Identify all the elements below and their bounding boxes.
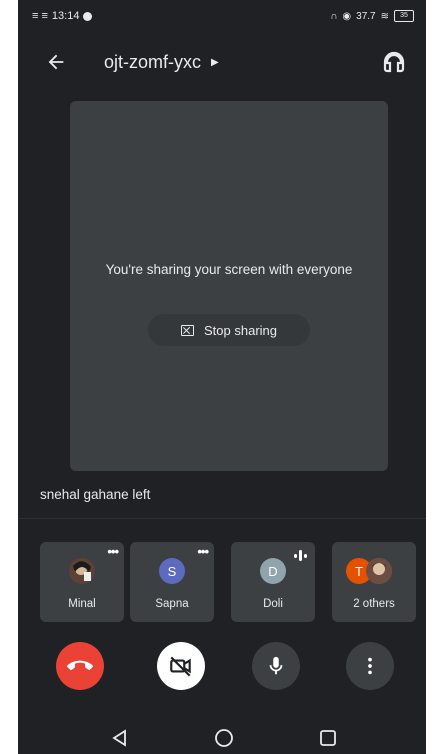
status-left: ≡ ≡ 13:14 bbox=[32, 10, 93, 22]
meeting-header: ojt-zomf-yxc ▶ bbox=[18, 40, 426, 86]
avatar-photo-icon bbox=[69, 558, 95, 584]
hang-up-icon bbox=[67, 660, 93, 671]
stop-sharing-label: Stop sharing bbox=[204, 322, 277, 338]
more-options-icon[interactable]: ••• bbox=[107, 544, 119, 559]
caret-right-icon: ▶ bbox=[211, 57, 219, 68]
sharing-message: You're sharing your screen with everyone bbox=[105, 262, 353, 277]
headphones-icon bbox=[383, 51, 405, 73]
avatar-photo bbox=[366, 558, 392, 584]
headphone-status-icon: ∩ bbox=[330, 10, 338, 22]
avatar: D bbox=[260, 558, 286, 584]
notification-icon bbox=[83, 11, 93, 21]
square-recents-icon bbox=[320, 730, 336, 746]
divider bbox=[18, 518, 426, 519]
avatar: S bbox=[159, 558, 185, 584]
more-options-button[interactable] bbox=[346, 642, 394, 690]
circle-home-icon bbox=[215, 729, 233, 747]
participant-name: Doli bbox=[263, 598, 283, 610]
participant-strip[interactable]: ••• Minal ••• S Sapna D Doli T 2 others bbox=[40, 542, 426, 622]
camera-toggle-button[interactable] bbox=[157, 642, 205, 690]
status-time: 13:14 bbox=[51, 10, 80, 22]
end-call-button[interactable] bbox=[56, 642, 104, 690]
phone-screen: ≡ ≡ 13:14 ∩ ◉ 37.7 ≋ 35 ojt-zomf-yxc ▶ Y… bbox=[18, 0, 426, 754]
participant-tile[interactable]: ••• S Sapna bbox=[130, 542, 214, 622]
microphone-toggle-button[interactable] bbox=[252, 642, 300, 690]
meeting-info-button[interactable]: ojt-zomf-yxc ▶ bbox=[104, 52, 219, 73]
screen-share-panel: You're sharing your screen with everyone… bbox=[70, 101, 388, 471]
more-vertical-icon bbox=[368, 657, 372, 675]
participant-name: Sapna bbox=[155, 598, 189, 610]
avatar-photo-icon bbox=[366, 558, 392, 584]
nav-home-button[interactable] bbox=[212, 726, 236, 750]
participant-tile[interactable]: T 2 others bbox=[332, 542, 416, 622]
status-right: ∩ ◉ 37.7 ≋ 35 bbox=[330, 10, 414, 22]
wifi-icon: ≋ bbox=[380, 10, 389, 22]
participant-name: 2 others bbox=[353, 598, 395, 610]
status-bar: ≡ ≡ 13:14 ∩ ◉ 37.7 ≋ 35 bbox=[18, 0, 426, 34]
triangle-back-icon bbox=[112, 729, 126, 747]
nav-recents-button[interactable] bbox=[316, 726, 340, 750]
back-button[interactable] bbox=[42, 48, 70, 76]
arrow-left-icon bbox=[48, 54, 64, 70]
speaking-indicator-icon bbox=[294, 550, 307, 561]
nav-back-button[interactable] bbox=[108, 726, 132, 750]
stop-share-icon bbox=[181, 324, 194, 336]
camera-off-icon bbox=[170, 656, 191, 677]
participant-left-notice: snehal gahane left bbox=[40, 487, 151, 502]
microphone-icon bbox=[269, 656, 283, 675]
audio-output-button[interactable] bbox=[380, 48, 408, 76]
network-speed: 37.7 bbox=[356, 10, 376, 22]
participant-tile[interactable]: D Doli bbox=[231, 542, 315, 622]
participant-tile[interactable]: ••• Minal bbox=[40, 542, 124, 622]
more-options-icon[interactable]: ••• bbox=[197, 544, 209, 559]
alarm-icon: ◉ bbox=[342, 10, 352, 22]
avatar bbox=[69, 558, 95, 584]
call-controls bbox=[18, 640, 426, 700]
meeting-code: ojt-zomf-yxc bbox=[104, 52, 202, 72]
signal-icons: ≡ ≡ bbox=[32, 10, 48, 22]
battery-icon: 35 bbox=[394, 10, 414, 22]
participant-name: Minal bbox=[68, 598, 96, 610]
system-navigation-bar bbox=[18, 720, 426, 754]
stop-sharing-button[interactable]: Stop sharing bbox=[148, 314, 310, 346]
